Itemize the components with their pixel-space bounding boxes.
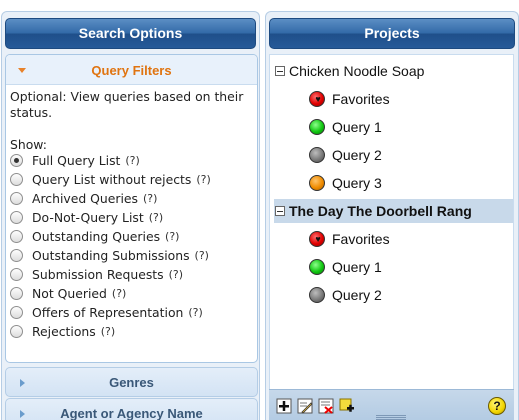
edit-icon[interactable] <box>297 398 313 414</box>
query-filter-option-label: Not Queried <box>32 286 107 301</box>
help-link[interactable]: (?) <box>195 249 209 262</box>
help-link[interactable]: (?) <box>188 306 202 319</box>
query-filter-option[interactable]: Outstanding Submissions (?) <box>10 246 257 265</box>
project-node[interactable]: Chicken Noodle Soap <box>275 59 424 83</box>
collapse-icon[interactable] <box>275 206 285 216</box>
project-list-item-label: Query 1 <box>332 259 382 275</box>
genres-header[interactable]: Genres <box>5 367 258 397</box>
search-options-header: Search Options <box>5 18 256 49</box>
project-list-item[interactable]: Query 2 <box>309 283 382 307</box>
query-filter-option[interactable]: Do-Not-Query List (?) <box>10 208 257 227</box>
project-list-item-label: Query 3 <box>332 175 382 191</box>
status-dot-icon <box>309 119 325 135</box>
collapse-icon[interactable] <box>275 66 285 76</box>
heart-icon: ♥ <box>315 234 321 244</box>
query-filter-option[interactable]: Full Query List (?) <box>10 151 257 170</box>
project-name: The Day The Doorbell Rang <box>289 203 472 219</box>
add-icon[interactable] <box>276 398 292 414</box>
project-list-item-label: Favorites <box>332 91 390 107</box>
help-link[interactable]: (?) <box>143 192 157 205</box>
favorites-icon: ♥ <box>309 231 325 247</box>
query-filter-option[interactable]: Archived Queries (?) <box>10 189 257 208</box>
projects-panel: Projects Chicken Noodle Soap ♥ Favorites Qu… <box>265 11 519 420</box>
query-filters-section: Query Filters Optional: View queries bas… <box>5 54 258 363</box>
query-filters-header[interactable]: Query Filters <box>6 55 257 85</box>
radio-button[interactable] <box>10 230 23 243</box>
status-dot-icon <box>309 259 325 275</box>
project-list-item-label: Query 2 <box>332 147 382 163</box>
query-filter-option-label: Archived Queries <box>32 191 139 206</box>
agent-or-agency-title: Agent or Agency Name <box>60 406 203 420</box>
project-list-item[interactable]: Query 1 <box>309 255 382 279</box>
help-link[interactable]: (?) <box>169 268 183 281</box>
project-list-item-label: Query 1 <box>332 119 382 135</box>
query-filter-option-label: Outstanding Submissions <box>32 248 190 263</box>
query-filter-option-label: Submission Requests <box>32 267 164 282</box>
radio-button[interactable] <box>10 306 23 319</box>
project-list-item[interactable]: ♥ Favorites <box>309 87 390 111</box>
query-filter-options: Full Query List (?) Query List without rej… <box>10 151 257 341</box>
search-options-panel: Search Options Query Filters Optional: V… <box>1 11 260 420</box>
query-filter-option-label: Full Query List <box>32 153 121 168</box>
status-dot-icon <box>309 175 325 191</box>
projects-tree: Chicken Noodle Soap ♥ Favorites Query 1 Quer… <box>269 54 514 402</box>
add-folder-icon[interactable] <box>339 398 355 414</box>
delete-icon[interactable] <box>318 398 334 414</box>
resize-grip[interactable] <box>376 415 406 420</box>
projects-toolbar: ? <box>269 389 514 420</box>
genres-title: Genres <box>109 375 154 390</box>
query-filter-option[interactable]: Not Queried (?) <box>10 284 257 303</box>
project-node[interactable]: The Day The Doorbell Rang <box>274 199 513 223</box>
radio-button[interactable] <box>10 268 23 281</box>
query-filter-option[interactable]: Rejections (?) <box>10 322 257 341</box>
query-filters-body: Optional: View queries based on their st… <box>6 85 257 341</box>
query-filter-option-label: Do-Not-Query List <box>32 210 144 225</box>
radio-button[interactable] <box>10 249 23 262</box>
query-filter-option-label: Rejections <box>32 324 96 339</box>
project-name: Chicken Noodle Soap <box>289 63 425 79</box>
query-filter-option-label: Outstanding Queries <box>32 229 161 244</box>
help-link[interactable]: (?) <box>125 154 139 167</box>
project-list-item[interactable]: ♥ Favorites <box>309 227 390 251</box>
query-filter-option-label: Offers of Representation <box>32 305 184 320</box>
help-link[interactable]: (?) <box>112 287 126 300</box>
radio-button[interactable] <box>10 192 23 205</box>
query-filters-title: Query Filters <box>91 63 172 78</box>
status-dot-icon <box>309 147 325 163</box>
status-dot-icon <box>309 287 325 303</box>
query-filter-option[interactable]: Query List without rejects (?) <box>10 170 257 189</box>
favorites-icon: ♥ <box>309 91 325 107</box>
heart-icon: ♥ <box>315 94 321 104</box>
help-link[interactable]: (?) <box>196 173 210 186</box>
project-list-item[interactable]: Query 3 <box>309 171 382 195</box>
query-filter-option[interactable]: Offers of Representation (?) <box>10 303 257 322</box>
query-filter-option-label: Query List without rejects <box>32 172 192 187</box>
agent-or-agency-header[interactable]: Agent or Agency Name <box>5 398 258 420</box>
help-link[interactable]: (?) <box>101 325 115 338</box>
project-list-item-label: Favorites <box>332 231 390 247</box>
help-link[interactable]: (?) <box>165 230 179 243</box>
radio-button[interactable] <box>10 211 23 224</box>
radio-button[interactable] <box>10 287 23 300</box>
show-label: Show: <box>10 137 47 152</box>
radio-button[interactable] <box>10 325 23 338</box>
help-icon[interactable]: ? <box>488 397 506 415</box>
projects-header: Projects <box>269 18 515 49</box>
project-list-item[interactable]: Query 2 <box>309 143 382 167</box>
radio-button[interactable] <box>10 173 23 186</box>
query-filters-description: Optional: View queries based on their st… <box>10 89 244 120</box>
project-list-item[interactable]: Query 1 <box>309 115 382 139</box>
query-filter-option[interactable]: Submission Requests (?) <box>10 265 257 284</box>
radio-button[interactable] <box>10 154 23 167</box>
project-list-item-label: Query 2 <box>332 287 382 303</box>
help-link[interactable]: (?) <box>149 211 163 224</box>
query-filter-option[interactable]: Outstanding Queries (?) <box>10 227 257 246</box>
